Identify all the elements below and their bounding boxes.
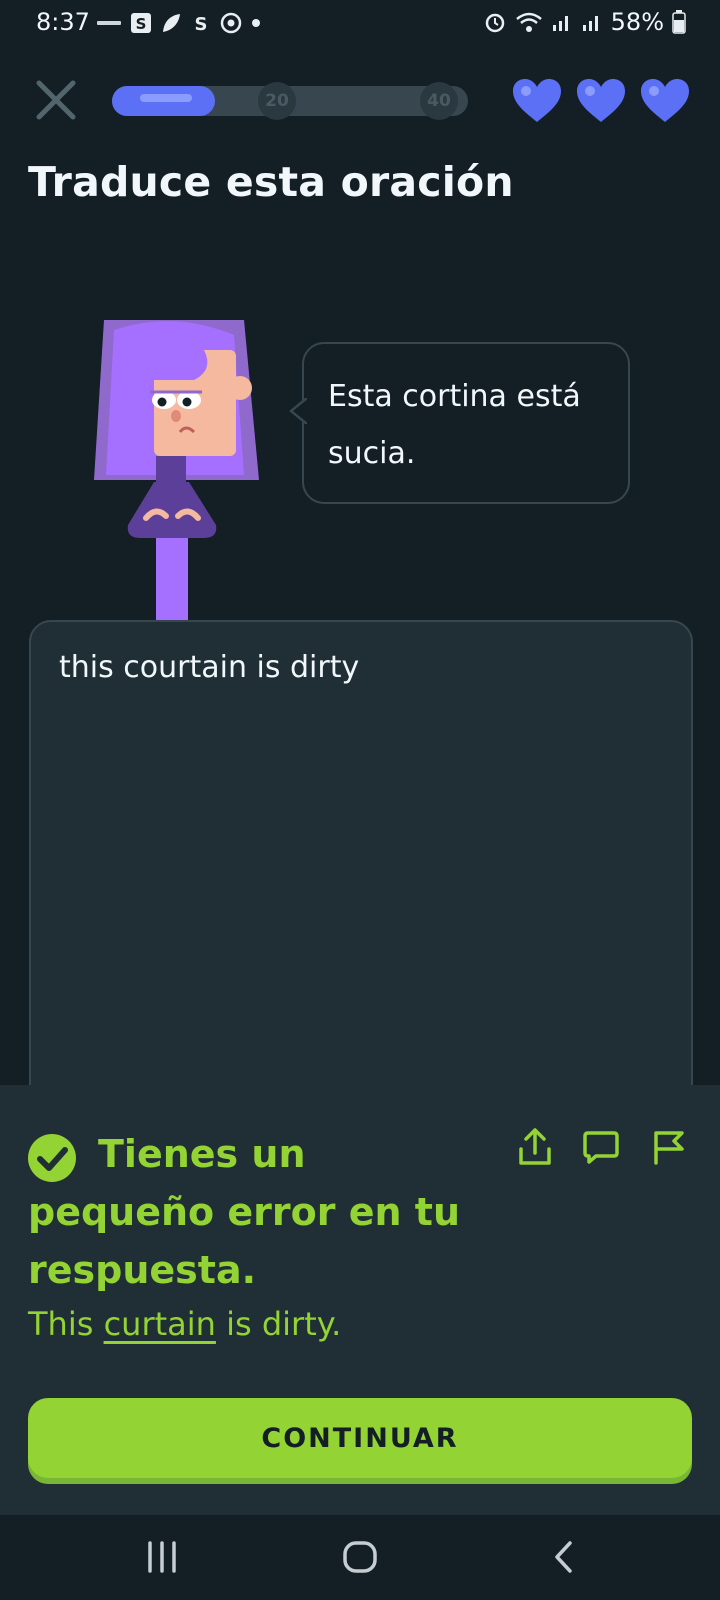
report-flag-icon[interactable] (648, 1127, 686, 1167)
feedback-title: Tienes un pequeño error en tu respuesta. (28, 1132, 460, 1292)
status-bar: 8:37 S S 58% (0, 0, 720, 46)
target-icon (220, 12, 242, 34)
page-title: Traduce esta oración (28, 158, 514, 206)
status-system-icons: 58% (483, 8, 686, 36)
signal-icon (582, 16, 598, 31)
navigation-bar (0, 1515, 720, 1600)
s-circle-icon: S (195, 14, 208, 34)
milestone-marker: 20 (258, 82, 296, 120)
correct-answer-part: This (28, 1305, 104, 1343)
battery-percent: 58% (610, 8, 664, 36)
svg-text:S: S (195, 14, 208, 34)
speech-bubble[interactable]: Esta cortina está sucia. (289, 342, 630, 504)
heart-icon (513, 79, 561, 122)
progress-bar: 20 40 (112, 82, 468, 120)
hearts (512, 78, 690, 124)
progress-shine (140, 94, 192, 102)
svg-text:S: S (136, 15, 147, 33)
comment-icon[interactable] (582, 1127, 620, 1167)
wifi-icon (515, 12, 542, 32)
status-time: 8:37 (36, 8, 90, 36)
feedback-panel: Tienes un pequeño error en tu respuesta.… (0, 1085, 720, 1515)
alarm-icon (485, 13, 504, 33)
milestone-marker: 40 (420, 82, 458, 120)
share-icon[interactable] (516, 1127, 554, 1167)
character-illustration (94, 320, 259, 620)
correct-answer-highlight: curtain (103, 1305, 216, 1343)
home-icon[interactable] (340, 1537, 380, 1577)
s-app-icon: S (131, 13, 151, 33)
dot-icon (252, 19, 260, 27)
close-icon[interactable] (34, 78, 78, 122)
heart-icon (577, 79, 625, 122)
correct-answer: This curtain is dirty. (28, 1305, 341, 1343)
heart-icon (641, 79, 689, 122)
battery-icon (672, 10, 686, 34)
continue-button[interactable]: CONTINUAR (28, 1398, 692, 1478)
answer-text: this courtain is dirty (59, 650, 360, 685)
bubble-tail (289, 398, 307, 424)
correct-answer-part: is dirty. (215, 1305, 342, 1343)
leaf-icon (163, 14, 180, 32)
signal-icon (552, 16, 568, 31)
feedback-actions (516, 1127, 686, 1167)
prompt-sentence[interactable]: Esta cortina está sucia. (328, 379, 581, 471)
recent-apps-icon[interactable] (142, 1537, 182, 1577)
answer-input[interactable]: this courtain is dirty (29, 620, 693, 1140)
back-icon[interactable] (545, 1537, 585, 1577)
status-notification-icons: S S (96, 10, 262, 36)
news-icon (97, 21, 121, 25)
